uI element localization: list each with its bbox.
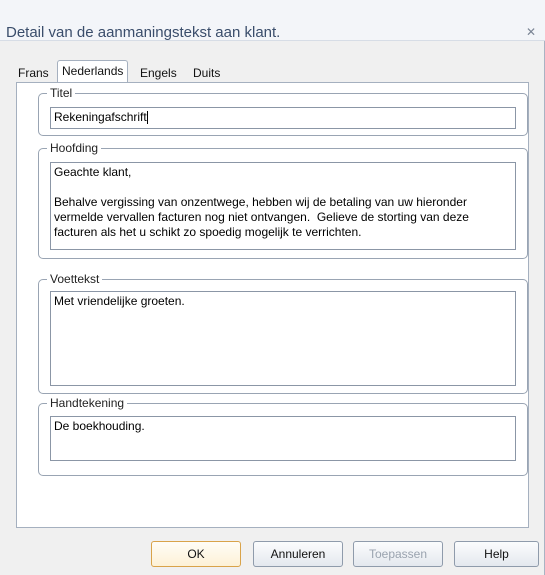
apply-button[interactable]: Toepassen [353, 541, 443, 567]
handtekening-textarea[interactable]: De boekhouding. [50, 416, 516, 461]
cancel-button[interactable]: Annuleren [253, 541, 343, 567]
voettekst-textarea[interactable]: Met vriendelijke groeten. [50, 291, 516, 386]
hoofding-textarea[interactable]: Geachte klant, Behalve vergissing van on… [50, 162, 516, 250]
titel-input[interactable]: Rekeningafschrift [50, 107, 516, 129]
group-handtekening: Handtekening De boekhouding. [38, 395, 528, 476]
close-icon[interactable]: ✕ [524, 25, 538, 39]
text-caret [146, 111, 148, 125]
window-title: Detail van de aanmaningstekst aan klant. [6, 24, 281, 41]
ok-button[interactable]: OK [151, 541, 241, 567]
group-label-voettekst: Voettekst [47, 271, 103, 287]
dialog-window: Detail van de aanmaningstekst aan klant.… [0, 0, 545, 575]
group-titel: Titel Rekeningafschrift [38, 85, 528, 136]
tab-frans[interactable]: Frans [18, 64, 49, 82]
group-label-hoofding: Hoofding [47, 140, 102, 156]
tab-duits[interactable]: Duits [193, 64, 220, 82]
group-label-titel: Titel [47, 85, 76, 101]
group-voettekst: Voettekst Met vriendelijke groeten. [38, 271, 528, 394]
title-bar: Detail van de aanmaningstekst aan klant.… [0, 0, 545, 41]
tab-page: Titel Rekeningafschrift Hoofding Geachte… [16, 82, 529, 528]
help-button[interactable]: Help [454, 541, 539, 567]
tab-nederlands[interactable]: Nederlands [57, 60, 129, 83]
group-hoofding: Hoofding Geachte klant, Behalve vergissi… [38, 140, 528, 259]
group-label-handtekening: Handtekening [47, 395, 128, 411]
titel-input-value: Rekeningafschrift [54, 110, 147, 124]
tab-engels[interactable]: Engels [140, 64, 177, 82]
